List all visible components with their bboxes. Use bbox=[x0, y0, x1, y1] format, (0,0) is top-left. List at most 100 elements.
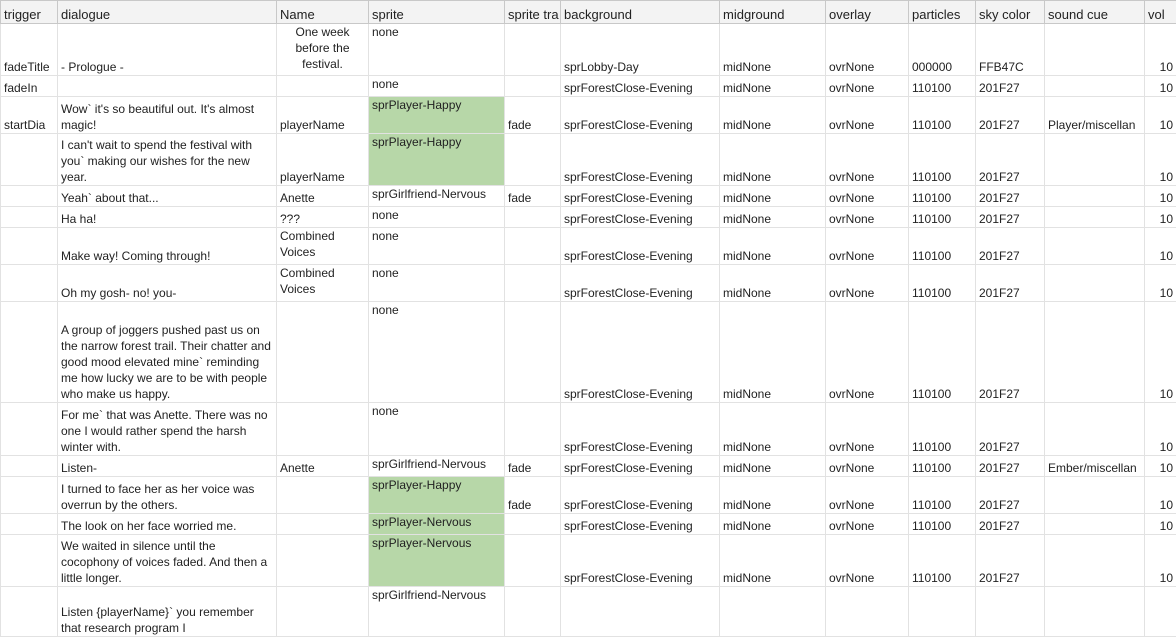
cell-name[interactable]: One week before the festival. bbox=[277, 24, 369, 76]
cell-background[interactable]: sprForestClose-Evening bbox=[561, 302, 720, 403]
cell-vol[interactable]: 10 bbox=[1145, 76, 1176, 97]
cell-vol[interactable]: 10 bbox=[1145, 265, 1176, 302]
cell-sprite[interactable]: sprPlayer-Happy bbox=[369, 97, 505, 134]
cell-particles[interactable]: 110100 bbox=[909, 477, 976, 514]
cell-particles[interactable]: 110100 bbox=[909, 302, 976, 403]
cell-sprite-transition[interactable] bbox=[505, 302, 561, 403]
cell-trigger[interactable] bbox=[1, 302, 58, 403]
cell-sky-color[interactable]: FFB47C bbox=[976, 24, 1045, 76]
cell-name[interactable] bbox=[277, 302, 369, 403]
cell-sprite[interactable]: none bbox=[369, 302, 505, 403]
cell-dialogue[interactable]: I turned to face her as her voice was ov… bbox=[58, 477, 277, 514]
cell-particles[interactable]: 110100 bbox=[909, 514, 976, 535]
cell-vol[interactable]: 10 bbox=[1145, 535, 1176, 587]
cell-overlay[interactable]: ovrNone bbox=[826, 456, 909, 477]
cell-background[interactable]: sprForestClose-Evening bbox=[561, 97, 720, 134]
cell-sky-color[interactable]: 201F27 bbox=[976, 228, 1045, 265]
cell-overlay[interactable]: ovrNone bbox=[826, 76, 909, 97]
cell-sprite-transition[interactable] bbox=[505, 207, 561, 228]
cell-trigger[interactable]: startDia bbox=[1, 97, 58, 134]
cell-vol[interactable] bbox=[1145, 587, 1176, 637]
cell-sound-cue[interactable] bbox=[1045, 134, 1145, 186]
cell-sprite[interactable]: sprPlayer-Happy bbox=[369, 477, 505, 514]
cell-midground[interactable]: midNone bbox=[720, 535, 826, 587]
cell-name[interactable] bbox=[277, 587, 369, 637]
cell-sprite[interactable]: sprPlayer-Nervous bbox=[369, 535, 505, 587]
cell-dialogue[interactable]: Oh my gosh- no! you- bbox=[58, 265, 277, 302]
cell-dialogue[interactable]: - Prologue - bbox=[58, 24, 277, 76]
cell-dialogue[interactable]: Ha ha! bbox=[58, 207, 277, 228]
header-sound-cue[interactable]: sound cue bbox=[1045, 1, 1145, 24]
cell-sky-color[interactable]: 201F27 bbox=[976, 186, 1045, 207]
header-particles[interactable]: particles bbox=[909, 1, 976, 24]
cell-particles[interactable]: 110100 bbox=[909, 456, 976, 477]
cell-vol[interactable]: 10 bbox=[1145, 403, 1176, 456]
cell-sprite-transition[interactable]: fade bbox=[505, 477, 561, 514]
cell-midground[interactable]: midNone bbox=[720, 134, 826, 186]
cell-sprite[interactable]: none bbox=[369, 403, 505, 456]
cell-overlay[interactable]: ovrNone bbox=[826, 535, 909, 587]
cell-midground[interactable]: midNone bbox=[720, 207, 826, 228]
cell-vol[interactable]: 10 bbox=[1145, 456, 1176, 477]
cell-overlay[interactable]: ovrNone bbox=[826, 514, 909, 535]
cell-background[interactable]: sprForestClose-Evening bbox=[561, 207, 720, 228]
cell-particles[interactable]: 110100 bbox=[909, 265, 976, 302]
cell-sprite[interactable]: none bbox=[369, 24, 505, 76]
cell-sky-color[interactable]: 201F27 bbox=[976, 535, 1045, 587]
cell-particles[interactable]: 110100 bbox=[909, 207, 976, 228]
cell-dialogue[interactable] bbox=[58, 76, 277, 97]
cell-sprite[interactable]: sprGirlfriend-Nervous bbox=[369, 587, 505, 637]
cell-name[interactable] bbox=[277, 535, 369, 587]
cell-midground[interactable]: midNone bbox=[720, 456, 826, 477]
cell-trigger[interactable] bbox=[1, 186, 58, 207]
cell-overlay[interactable]: ovrNone bbox=[826, 302, 909, 403]
cell-sound-cue[interactable] bbox=[1045, 535, 1145, 587]
cell-midground[interactable]: midNone bbox=[720, 97, 826, 134]
cell-sprite[interactable]: sprPlayer-Happy bbox=[369, 134, 505, 186]
cell-particles[interactable]: 110100 bbox=[909, 186, 976, 207]
cell-dialogue[interactable]: Yeah` about that... bbox=[58, 186, 277, 207]
cell-dialogue[interactable]: Listen- bbox=[58, 456, 277, 477]
cell-sprite[interactable]: sprGirlfriend-Nervous bbox=[369, 456, 505, 477]
header-dialogue[interactable]: dialogue bbox=[58, 1, 277, 24]
cell-midground[interactable]: midNone bbox=[720, 228, 826, 265]
cell-background[interactable]: sprForestClose-Evening bbox=[561, 514, 720, 535]
cell-sprite-transition[interactable] bbox=[505, 24, 561, 76]
cell-sprite-transition[interactable]: fade bbox=[505, 186, 561, 207]
cell-trigger[interactable] bbox=[1, 403, 58, 456]
cell-overlay[interactable]: ovrNone bbox=[826, 24, 909, 76]
cell-sound-cue[interactable] bbox=[1045, 76, 1145, 97]
header-overlay[interactable]: overlay bbox=[826, 1, 909, 24]
cell-sprite[interactable]: none bbox=[369, 207, 505, 228]
cell-vol[interactable]: 10 bbox=[1145, 186, 1176, 207]
cell-sprite-transition[interactable] bbox=[505, 76, 561, 97]
cell-particles[interactable]: 110100 bbox=[909, 535, 976, 587]
cell-trigger[interactable] bbox=[1, 265, 58, 302]
cell-background[interactable]: sprForestClose-Evening bbox=[561, 456, 720, 477]
cell-background[interactable]: sprForestClose-Evening bbox=[561, 76, 720, 97]
cell-background[interactable]: sprForestClose-Evening bbox=[561, 403, 720, 456]
header-sprite[interactable]: sprite bbox=[369, 1, 505, 24]
cell-sky-color[interactable]: 201F27 bbox=[976, 134, 1045, 186]
cell-midground[interactable]: midNone bbox=[720, 514, 826, 535]
cell-name[interactable] bbox=[277, 76, 369, 97]
cell-sound-cue[interactable]: Ember/miscellan bbox=[1045, 456, 1145, 477]
cell-dialogue[interactable]: Make way! Coming through! bbox=[58, 228, 277, 265]
cell-particles[interactable]: 110100 bbox=[909, 97, 976, 134]
cell-sky-color[interactable]: 201F27 bbox=[976, 477, 1045, 514]
cell-sprite[interactable]: none bbox=[369, 265, 505, 302]
cell-particles[interactable]: 110100 bbox=[909, 134, 976, 186]
cell-trigger[interactable] bbox=[1, 514, 58, 535]
cell-trigger[interactable] bbox=[1, 477, 58, 514]
cell-background[interactable]: sprForestClose-Evening bbox=[561, 535, 720, 587]
cell-overlay[interactable] bbox=[826, 587, 909, 637]
cell-vol[interactable]: 10 bbox=[1145, 477, 1176, 514]
header-trigger[interactable]: trigger bbox=[1, 1, 58, 24]
cell-sky-color[interactable]: 201F27 bbox=[976, 514, 1045, 535]
cell-dialogue[interactable]: Listen {playerName}` you remember that r… bbox=[58, 587, 277, 637]
cell-dialogue[interactable]: I can't wait to spend the festival with … bbox=[58, 134, 277, 186]
cell-background[interactable]: sprForestClose-Evening bbox=[561, 186, 720, 207]
cell-particles[interactable]: 110100 bbox=[909, 228, 976, 265]
cell-overlay[interactable]: ovrNone bbox=[826, 265, 909, 302]
cell-overlay[interactable]: ovrNone bbox=[826, 228, 909, 265]
